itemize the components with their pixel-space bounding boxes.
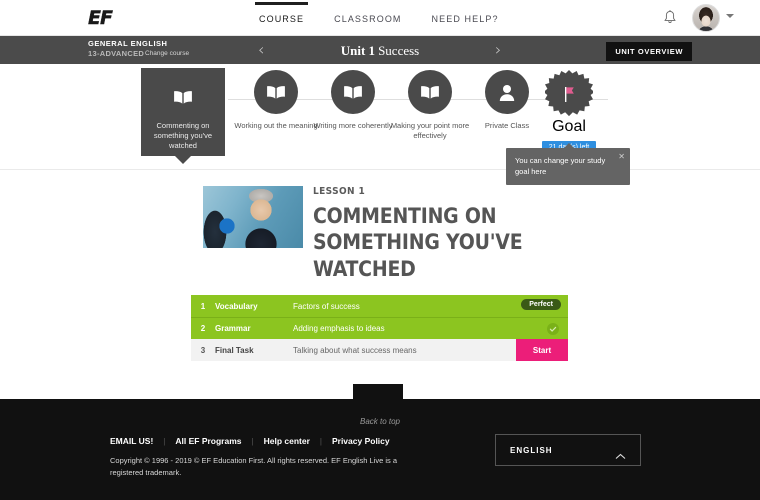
top-navigation-bar: EF COURSE CLASSROOM NEED HELP? xyxy=(0,0,760,36)
footer-link-privacy-policy[interactable]: Privacy Policy xyxy=(332,436,390,446)
active-step-pointer xyxy=(174,155,192,164)
activity-number: 3 xyxy=(191,346,215,355)
start-button[interactable]: Start xyxy=(516,339,568,361)
avatar[interactable] xyxy=(692,4,720,32)
lesson-text: LESSON 1 COMMENTING ON SOMETHING YOU'VE … xyxy=(313,186,563,282)
activity-description: Adding emphasis to ideas xyxy=(293,324,568,333)
activity-number: 2 xyxy=(191,324,215,333)
lesson-thumbnail[interactable] xyxy=(203,186,303,248)
lesson-eyebrow: LESSON 1 xyxy=(313,186,563,197)
activity-type: Grammar xyxy=(215,324,293,333)
page-title: COMMENTING ON SOMETHING YOU'VE WATCHED xyxy=(313,203,563,282)
activity-list: 1 Vocabulary Factors of success Perfect … xyxy=(191,295,568,361)
table-row[interactable]: 1 Vocabulary Factors of success Perfect xyxy=(191,295,568,317)
site-footer: Back to top EMAIL US! | All EF Programs … xyxy=(0,399,760,500)
footer-link-all-ef-programs[interactable]: All EF Programs xyxy=(175,436,241,446)
back-to-top-label[interactable]: Back to top xyxy=(0,417,760,426)
tooltip-arrow xyxy=(564,143,574,148)
nav-item-need-help[interactable]: NEED HELP? xyxy=(428,2,503,35)
page-root: EF COURSE CLASSROOM NEED HELP? GENERAL E… xyxy=(0,0,760,500)
nav-item-classroom[interactable]: CLASSROOM xyxy=(330,2,405,35)
activity-type: Final Task xyxy=(215,346,293,355)
unit-steps: Commenting on something you've watched W… xyxy=(0,64,760,170)
close-icon[interactable]: ✕ xyxy=(618,151,625,163)
language-selector[interactable]: ENGLISH xyxy=(495,434,641,466)
ef-logo[interactable]: EF xyxy=(88,7,112,29)
table-row[interactable]: 2 Grammar Adding emphasis to ideas xyxy=(191,317,568,339)
unit-name: Success xyxy=(378,43,419,58)
book-icon xyxy=(408,70,452,114)
step-label: Goal xyxy=(521,118,617,136)
copyright-text: Copyright © 1996 - 2019 © EF Education F… xyxy=(110,455,430,478)
step-label: Commenting on something you've watched xyxy=(141,121,225,151)
unit-overview-button[interactable]: UNIT OVERVIEW xyxy=(606,42,692,61)
book-icon xyxy=(331,70,375,114)
activity-number: 1 xyxy=(191,302,215,311)
activity-type: Vocabulary xyxy=(215,302,293,311)
book-icon xyxy=(166,80,200,114)
divider: | xyxy=(252,437,254,446)
unit-number: Unit 1 xyxy=(341,43,375,58)
status-badge[interactable]: Perfect xyxy=(521,299,561,310)
tooltip-text: You can change your study goal here xyxy=(515,156,605,176)
nav-item-course[interactable]: COURSE xyxy=(255,2,308,35)
main-menu: COURSE CLASSROOM NEED HELP? xyxy=(255,0,503,36)
chevron-right-icon[interactable]: › xyxy=(495,42,501,58)
flag-icon xyxy=(545,70,593,118)
footer-link-email-us[interactable]: EMAIL US! xyxy=(110,436,153,446)
step-commenting-on-something-youve-watched[interactable]: Commenting on something you've watched xyxy=(141,68,225,156)
divider: | xyxy=(163,437,165,446)
language-selector-label: ENGLISH xyxy=(510,446,553,455)
goal-tooltip: You can change your study goal here ✕ xyxy=(506,148,630,185)
book-icon xyxy=(254,70,298,114)
chevron-down-icon[interactable] xyxy=(726,14,734,18)
footer-links: EMAIL US! | All EF Programs | Help cente… xyxy=(110,436,390,446)
chevron-up-icon xyxy=(615,447,626,465)
table-row[interactable]: 3 Final Task Talking about what success … xyxy=(191,339,568,361)
footer-link-help-center[interactable]: Help center xyxy=(264,436,310,446)
divider: | xyxy=(320,437,322,446)
step-goal[interactable]: Goal 21 day(s) left xyxy=(521,70,617,154)
check-icon xyxy=(547,323,559,335)
course-bar: GENERAL ENGLISH 13-ADVANCED Change cours… xyxy=(0,36,760,64)
bell-icon[interactable] xyxy=(663,9,677,26)
